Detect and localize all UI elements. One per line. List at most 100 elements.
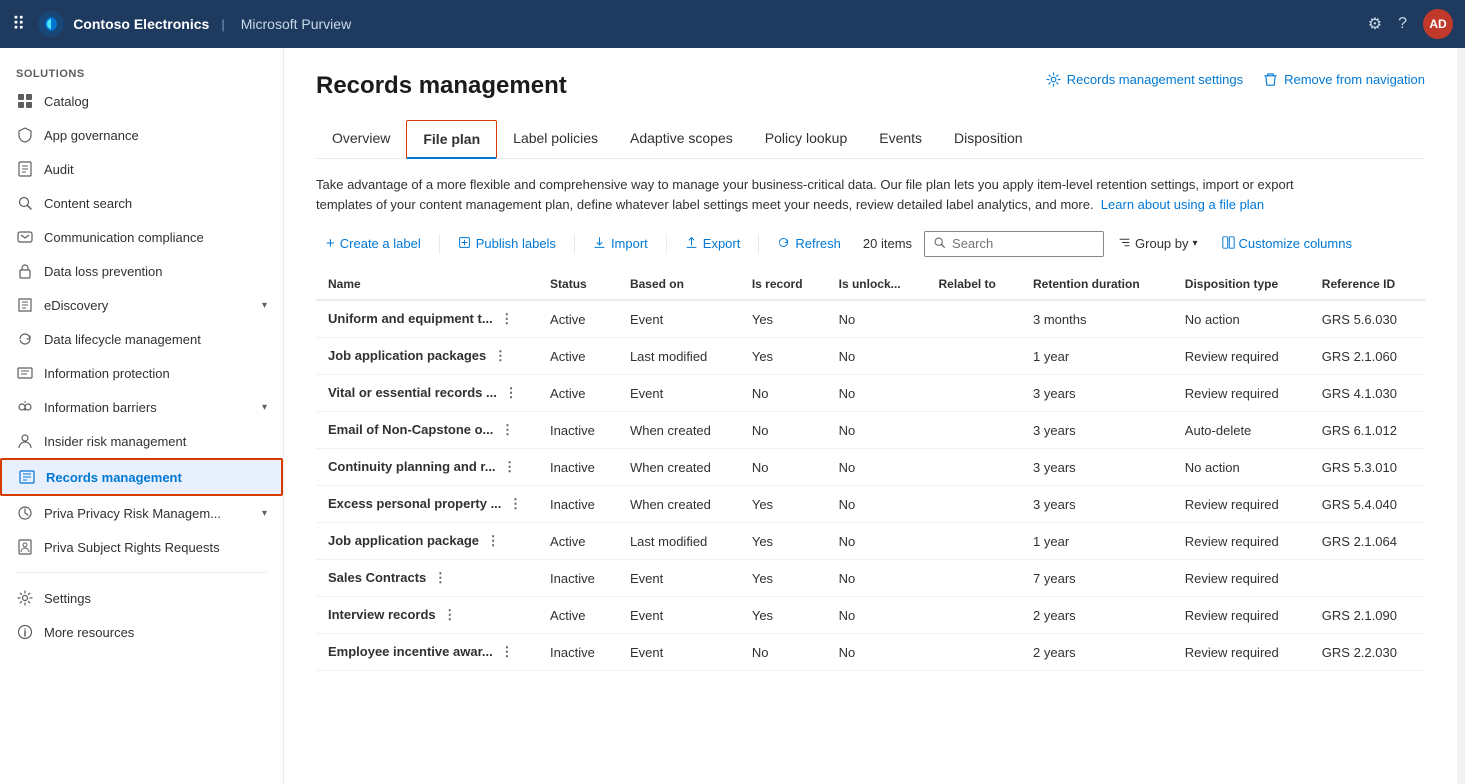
sidebar-item-ediscovery[interactable]: eDiscovery ▾ — [0, 288, 283, 322]
search-input[interactable] — [952, 236, 1072, 251]
tab-events[interactable]: Events — [863, 120, 938, 159]
tenant-name: Contoso Electronics — [73, 16, 209, 32]
export-icon — [685, 236, 698, 252]
customize-columns-button[interactable]: Customize columns — [1212, 231, 1362, 257]
cell-based-on: Event — [618, 597, 740, 634]
cell-disposition-type: Review required — [1173, 338, 1310, 375]
scroll-indicator[interactable] — [1457, 48, 1465, 784]
row-context-menu-icon[interactable]: ⋮ — [505, 496, 526, 511]
row-context-menu-icon[interactable]: ⋮ — [439, 607, 460, 622]
refresh-button[interactable]: Refresh — [767, 231, 851, 257]
row-context-menu-icon[interactable]: ⋮ — [496, 644, 517, 659]
cell-name: Job application packages ⋮ — [316, 338, 538, 375]
export-button[interactable]: Export — [675, 231, 751, 257]
tab-policy-lookup[interactable]: Policy lookup — [749, 120, 864, 159]
cell-is-record: Yes — [740, 338, 827, 375]
cell-disposition-type: Review required — [1173, 486, 1310, 523]
cell-is-unlock: No — [827, 338, 927, 375]
cell-name: Continuity planning and r... ⋮ — [316, 449, 538, 486]
tab-overview[interactable]: Overview — [316, 120, 406, 159]
row-context-menu-icon[interactable]: ⋮ — [496, 311, 517, 326]
sidebar-item-audit[interactable]: Audit — [0, 152, 283, 186]
import-button[interactable]: Import — [583, 231, 658, 257]
sidebar-item-catalog[interactable]: Catalog — [0, 84, 283, 118]
table-row: Vital or essential records ... ⋮ Active … — [316, 375, 1425, 412]
row-context-menu-icon[interactable]: ⋮ — [497, 422, 518, 437]
page-actions: Records management settings Remove from … — [1046, 72, 1425, 87]
records-management-settings-link[interactable]: Records management settings — [1046, 72, 1243, 87]
cell-is-record: Yes — [740, 560, 827, 597]
cell-is-unlock: No — [827, 560, 927, 597]
information-barriers-icon — [16, 398, 34, 416]
app-grid-icon[interactable]: ⠿ — [12, 14, 25, 35]
tab-file-plan[interactable]: File plan — [406, 120, 497, 159]
sidebar-item-information-protection[interactable]: Information protection — [0, 356, 283, 390]
sidebar-item-priva-privacy[interactable]: Priva Privacy Risk Managem... ▾ — [0, 496, 283, 530]
cell-retention-duration: 3 years — [1021, 449, 1173, 486]
sidebar-item-records-management[interactable]: Records management — [0, 458, 283, 496]
cell-based-on: When created — [618, 449, 740, 486]
sidebar-item-data-loss-prevention[interactable]: Data loss prevention — [0, 254, 283, 288]
priva-privacy-icon — [16, 504, 34, 522]
col-header-relabel-to[interactable]: Relabel to — [927, 269, 1022, 300]
cell-relabel-to — [927, 375, 1022, 412]
remove-from-navigation-link[interactable]: Remove from navigation — [1263, 72, 1425, 87]
sidebar-item-app-governance[interactable]: App governance — [0, 118, 283, 152]
tab-disposition[interactable]: Disposition — [938, 120, 1038, 159]
content-search-icon — [16, 194, 34, 212]
col-header-reference-id[interactable]: Reference ID — [1310, 269, 1425, 300]
cell-retention-duration: 3 years — [1021, 375, 1173, 412]
cell-based-on: Event — [618, 375, 740, 412]
sidebar-item-label: eDiscovery — [44, 298, 252, 313]
toolbar-separator-2 — [574, 234, 575, 254]
cell-reference-id: GRS 2.1.060 — [1310, 338, 1425, 375]
group-by-button[interactable]: Group by ▾ — [1108, 231, 1208, 257]
sidebar-item-priva-subject[interactable]: Priva Subject Rights Requests — [0, 530, 283, 564]
cell-is-record: No — [740, 634, 827, 671]
cell-relabel-to — [927, 300, 1022, 338]
help-icon[interactable]: ? — [1398, 15, 1407, 33]
cell-retention-duration: 2 years — [1021, 634, 1173, 671]
sidebar-item-settings[interactable]: Settings — [0, 581, 283, 615]
col-header-is-unlock[interactable]: Is unlock... — [827, 269, 927, 300]
col-header-based-on[interactable]: Based on — [618, 269, 740, 300]
sidebar-item-communication-compliance[interactable]: Communication compliance — [0, 220, 283, 254]
row-context-menu-icon[interactable]: ⋮ — [430, 570, 451, 585]
cell-is-record: No — [740, 375, 827, 412]
col-header-retention-duration[interactable]: Retention duration — [1021, 269, 1173, 300]
learn-link[interactable]: Learn about using a file plan — [1101, 197, 1264, 212]
tab-adaptive-scopes[interactable]: Adaptive scopes — [614, 120, 749, 159]
row-context-menu-icon[interactable]: ⋮ — [483, 533, 504, 548]
row-context-menu-icon[interactable]: ⋮ — [500, 385, 521, 400]
create-label-button[interactable]: + Create a label — [316, 230, 431, 257]
ediscovery-chevron: ▾ — [262, 300, 267, 311]
publish-labels-button[interactable]: Publish labels — [448, 231, 566, 257]
cell-is-unlock: No — [827, 375, 927, 412]
cell-status: Inactive — [538, 634, 618, 671]
tab-label-policies[interactable]: Label policies — [497, 120, 614, 159]
col-header-is-record[interactable]: Is record — [740, 269, 827, 300]
sidebar-item-content-search[interactable]: Content search — [0, 186, 283, 220]
sidebar-item-data-lifecycle[interactable]: Data lifecycle management — [0, 322, 283, 356]
cell-status: Inactive — [538, 412, 618, 449]
avatar[interactable]: AD — [1423, 9, 1453, 39]
row-context-menu-icon[interactable]: ⋮ — [499, 459, 520, 474]
sidebar-item-label: Insider risk management — [44, 434, 267, 449]
settings-header-icon[interactable]: ⚙ — [1368, 14, 1382, 34]
col-header-status[interactable]: Status — [538, 269, 618, 300]
sidebar-item-information-barriers[interactable]: Information barriers ▾ — [0, 390, 283, 424]
cell-disposition-type: No action — [1173, 449, 1310, 486]
refresh-icon — [777, 236, 790, 252]
sidebar-item-insider-risk[interactable]: Insider risk management — [0, 424, 283, 458]
search-box[interactable] — [924, 231, 1104, 257]
col-header-disposition-type[interactable]: Disposition type — [1173, 269, 1310, 300]
sidebar-item-more-resources[interactable]: More resources — [0, 615, 283, 649]
app-governance-icon — [16, 126, 34, 144]
row-context-menu-icon[interactable]: ⋮ — [490, 348, 511, 363]
cell-is-unlock: No — [827, 634, 927, 671]
cell-reference-id: GRS 6.1.012 — [1310, 412, 1425, 449]
cell-relabel-to — [927, 449, 1022, 486]
row-name-text: Continuity planning and r... — [328, 459, 496, 474]
cell-status: Inactive — [538, 449, 618, 486]
col-header-name[interactable]: Name — [316, 269, 538, 300]
